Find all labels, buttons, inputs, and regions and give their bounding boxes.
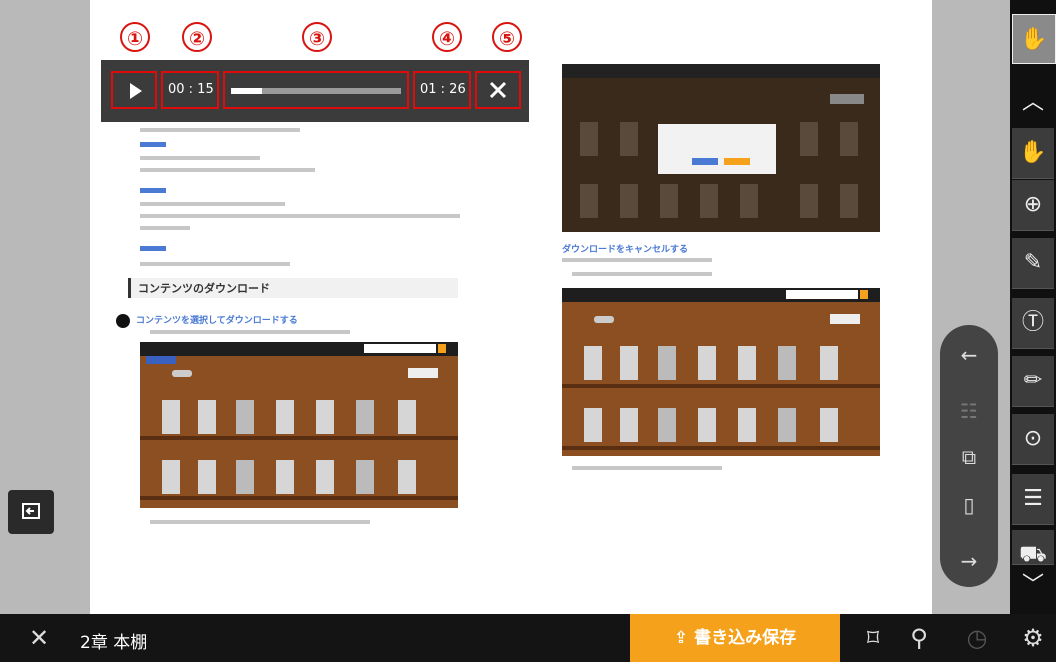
list-icon: ☷ <box>960 399 978 423</box>
text-line <box>572 466 722 470</box>
text-note-icon: Ⓣ <box>1021 310 1044 335</box>
subheading <box>140 188 166 193</box>
panel-toggle-icon <box>22 503 40 519</box>
scroll-down-button[interactable]: ﹀ <box>1012 566 1054 606</box>
book-title: 2章 本棚 <box>80 633 148 653</box>
bookmark-icon: ⌑ <box>866 624 880 652</box>
arrow-right-icon: → <box>960 549 978 573</box>
dialog-screenshot <box>562 64 880 232</box>
tool-hand-active[interactable]: ✋ <box>1012 14 1056 64</box>
chevron-down-icon: ﹀ <box>1021 573 1044 598</box>
section-heading-bar: コンテンツのダウンロード <box>128 278 458 298</box>
annotation-4: ④ <box>432 22 462 52</box>
close-player-button[interactable] <box>475 71 521 109</box>
chevron-up-icon: ︿ <box>1021 90 1044 115</box>
tool-pen[interactable]: ✎ <box>1012 238 1054 289</box>
text-line <box>140 202 285 206</box>
memo-icon: ☰ <box>1023 486 1043 511</box>
scroll-up-button[interactable]: ︿ <box>1012 78 1054 128</box>
text-line <box>140 226 190 230</box>
save-annotations-button[interactable]: ⇪ 書き込み保存 <box>630 614 840 662</box>
text-line <box>140 128 300 132</box>
annotation-2: ② <box>182 22 212 52</box>
fit-page-button[interactable]: ▯ <box>952 488 986 522</box>
play-icon <box>130 83 142 99</box>
bookshelf-screenshot-2 <box>562 288 880 456</box>
pen-icon: ✎ <box>1023 250 1043 275</box>
text-line <box>150 520 370 524</box>
bookshelf-screenshot <box>140 342 458 508</box>
subheading <box>140 142 166 147</box>
hand-icon: ✋ <box>1020 27 1048 52</box>
section-heading: コンテンツのダウンロード <box>138 282 270 295</box>
text-line <box>562 258 712 262</box>
text-line <box>572 272 712 276</box>
tool-zoom[interactable]: ⊕ <box>1012 180 1054 231</box>
next-page-button[interactable]: → <box>952 544 986 578</box>
current-time: 00 : 15 <box>168 82 214 97</box>
text-line <box>140 214 460 218</box>
close-icon <box>489 81 507 99</box>
seek-progress <box>231 88 262 94</box>
tool-location[interactable]: ⊙ <box>1012 414 1054 465</box>
prev-page-button[interactable]: ← <box>952 338 986 372</box>
zoom-in-icon: ⊕ <box>1023 192 1043 217</box>
tool-text-note[interactable]: Ⓣ <box>1012 298 1054 349</box>
step-heading: コンテンツを選択してダウンロードする <box>136 316 298 326</box>
car-icon: ⛟ <box>1019 542 1047 567</box>
annotation-3: ③ <box>302 22 332 52</box>
current-time-box: 00 : 15 <box>161 71 219 109</box>
total-time: 01 : 26 <box>420 82 466 97</box>
close-book-button[interactable]: ✕ <box>18 614 60 662</box>
total-time-box: 01 : 26 <box>413 71 471 109</box>
marker-icon: ✏ <box>1023 368 1043 393</box>
play-button[interactable] <box>111 71 157 109</box>
history-icon: ◷ <box>966 624 988 652</box>
step-bullet-icon <box>116 314 130 328</box>
subheading <box>140 246 166 251</box>
annotation-1: ① <box>120 22 150 52</box>
close-icon: ✕ <box>28 624 50 652</box>
annotation-5: ⑤ <box>492 22 522 52</box>
arrow-left-icon: ← <box>960 343 978 367</box>
tool-car[interactable]: ⛟ <box>1012 530 1054 567</box>
tool-hand[interactable]: ✋ <box>1012 128 1054 179</box>
seek-bar-box[interactable] <box>223 71 409 109</box>
fit-page-icon: ▯ <box>963 493 975 517</box>
tool-marker[interactable]: ✏ <box>1012 356 1054 407</box>
media-player: 00 : 15 01 : 26 <box>101 60 529 122</box>
tool-memo[interactable]: ☰ <box>1012 474 1054 525</box>
history-button[interactable]: ◷ <box>956 614 998 662</box>
left-panel-toggle[interactable] <box>8 490 54 534</box>
text-line <box>140 156 260 160</box>
save-label: 書き込み保存 <box>694 628 797 648</box>
page-jump-button[interactable]: ⧉ <box>952 440 986 474</box>
gear-icon: ⚙ <box>1022 624 1044 652</box>
bookmark-button[interactable]: ⌑ <box>852 614 894 662</box>
right-heading: ダウンロードをキャンセルする <box>562 245 689 255</box>
search-button[interactable]: ⚲ <box>898 614 940 662</box>
text-line <box>150 330 350 334</box>
location-pin-icon: ⊙ <box>1023 426 1043 451</box>
search-icon: ⚲ <box>910 624 928 652</box>
toc-button[interactable]: ☷ <box>952 394 986 428</box>
text-line <box>140 168 315 172</box>
page-jump-icon: ⧉ <box>961 445 977 469</box>
upload-icon: ⇪ <box>673 628 695 648</box>
settings-button[interactable]: ⚙ <box>1012 614 1054 662</box>
text-line <box>140 262 290 266</box>
hand-icon: ✋ <box>1019 140 1047 165</box>
